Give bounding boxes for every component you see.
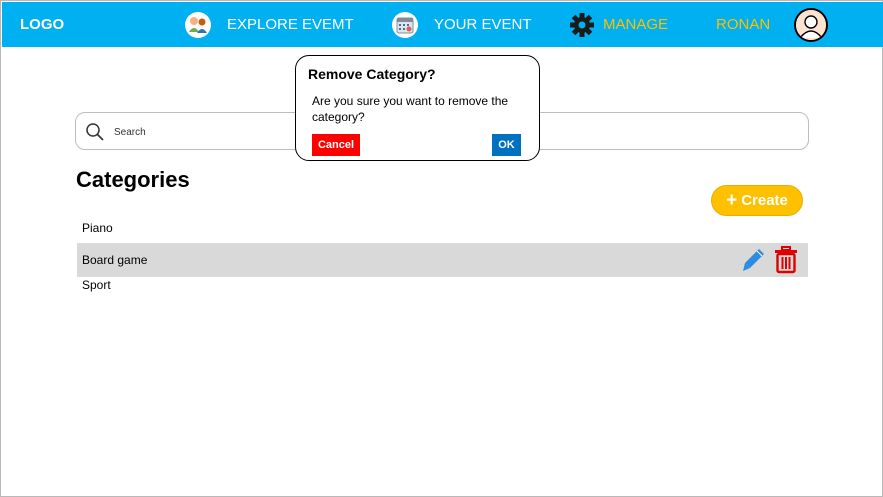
remove-category-dialog: Remove Category? Are you sure you want t… (295, 55, 540, 161)
nav-manage-label: MANAGE (603, 16, 669, 33)
ok-button[interactable]: OK (492, 134, 521, 156)
page-title: Categories (76, 167, 190, 192)
nav-explore-event[interactable]: EXPLORE EVEMT (185, 2, 354, 47)
dialog-title: Remove Category? (308, 66, 436, 82)
avatar-icon[interactable] (794, 8, 828, 42)
gear-icon (569, 12, 595, 38)
list-item-label: Board game (82, 253, 148, 267)
nav-manage[interactable]: MANAGE (569, 2, 668, 47)
logo: LOGO (20, 16, 65, 33)
cancel-button[interactable]: Cancel (312, 134, 360, 156)
user-name: RONAN (716, 16, 771, 33)
row-actions (742, 246, 798, 274)
create-button-label: Create (741, 192, 788, 209)
search-icon (85, 122, 105, 147)
create-button[interactable]: + Create (711, 185, 803, 216)
list-item[interactable]: Sport (77, 277, 808, 293)
dialog-message: Are you sure you want to remove the cate… (312, 94, 509, 124)
calendar-icon (392, 11, 418, 38)
app-frame: LOGO EXPLORE EVEMT YOUR EVENT MANAGE RON… (0, 0, 883, 497)
top-nav-bar: LOGO EXPLORE EVEMT YOUR EVENT MANAGE RON… (2, 2, 883, 47)
trash-icon[interactable] (774, 246, 798, 274)
list-item[interactable]: Piano (77, 218, 808, 238)
nav-user[interactable]: RONAN (716, 2, 770, 47)
list-item-selected[interactable]: Board game (77, 243, 808, 277)
list-item-label: Piano (82, 221, 113, 235)
people-icon (185, 11, 211, 38)
list-item-label: Sport (82, 278, 111, 292)
nav-your-event-label: YOUR EVENT (434, 16, 532, 33)
plus-icon: + (726, 190, 738, 211)
nav-your-event[interactable]: YOUR EVENT (392, 2, 532, 47)
pencil-icon[interactable] (742, 247, 766, 273)
nav-explore-label: EXPLORE EVEMT (227, 16, 354, 33)
